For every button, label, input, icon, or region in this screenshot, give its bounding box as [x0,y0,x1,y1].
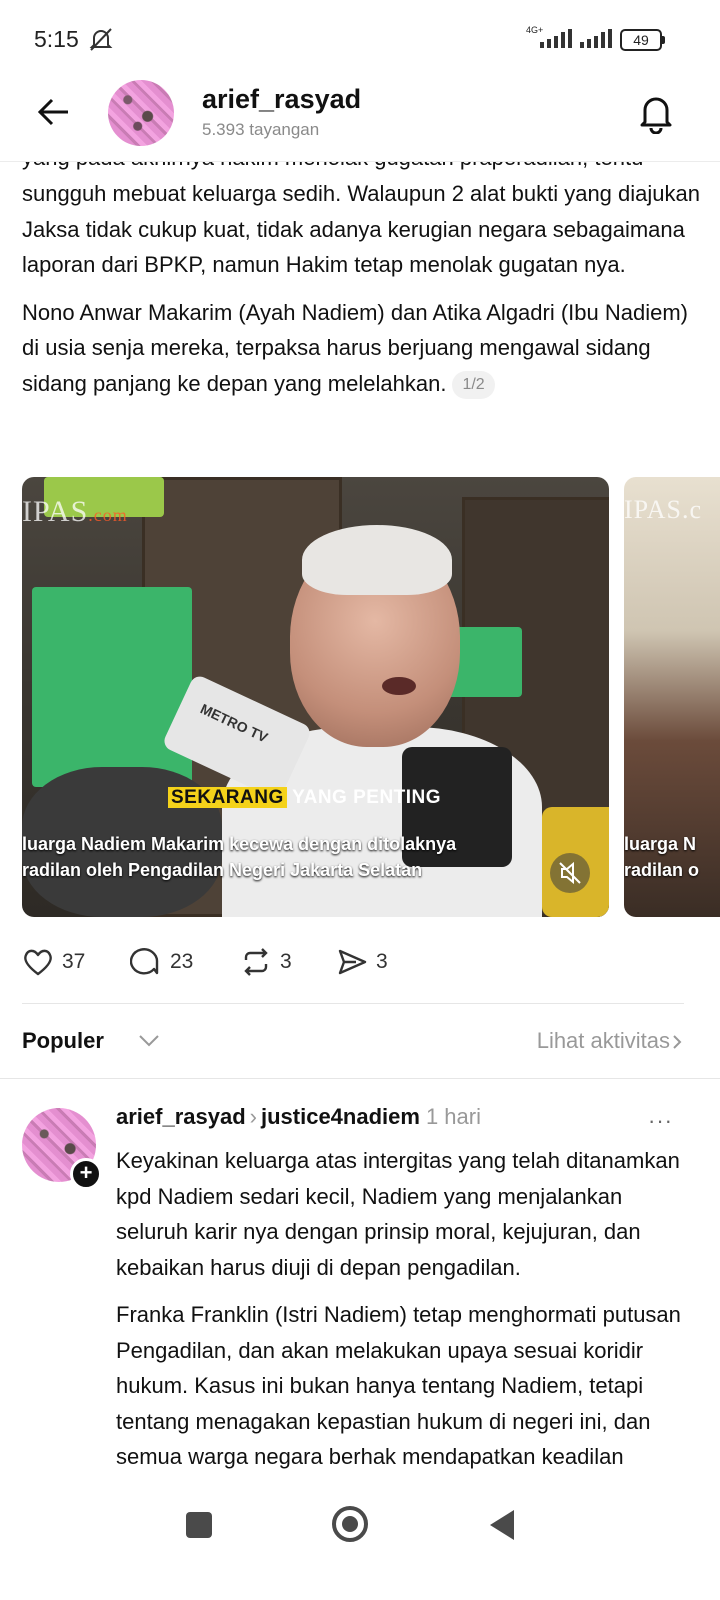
battery-tip [662,36,665,44]
comment-bubble-icon [130,948,159,975]
system-back-button[interactable] [490,1510,514,1540]
share-count: 3 [376,950,388,973]
repost-icon [244,948,268,976]
video-subtitle: luarga Nadiem Makarim kecewa dengan dito… [22,834,457,880]
video-subtitle: luarga N radilan o [624,834,700,880]
battery-indicator: 49 [620,29,662,51]
reply-paragraph-1: Keyakinan keluarga atas intergitas yang … [116,1148,680,1280]
post-actions: 37 23 3 3 [22,940,702,984]
header-username[interactable]: arief_rasyad [202,84,361,115]
post-body: yang pada akhirnya hakim menolak gugatan… [22,162,702,413]
more-options-icon[interactable]: ··· [648,1108,678,1134]
system-navigation-bar [0,1488,720,1600]
status-time: 5:15 [34,26,79,52]
video-watermark: IPAS.c [624,495,703,524]
reply-body: Keyakinan keluarga atas intergitas yang … [116,1143,696,1481]
divider [22,1003,684,1004]
view-activity-link[interactable]: Lihat aktivitas [537,1028,670,1054]
reply-header: arief_rasyad › justice4nadiem 1 hari [116,1104,481,1138]
share-button[interactable]: 3 [336,940,388,984]
thread-header: arief_rasyad 5.393 tayangan [0,80,720,162]
post-video[interactable]: IPAS.com METRO TV SEKARANG YANG PENTING … [22,477,609,917]
video-watermark: IPAS.com [22,495,128,528]
signal-icon-sim2 [580,29,612,48]
bell-icon[interactable] [636,92,676,134]
like-button[interactable]: 37 [22,940,85,984]
chevron-right-icon[interactable] [672,1034,682,1050]
reply-timestamp: 1 hari [425,1104,481,1129]
page-indicator: 1/2 [452,370,495,399]
repost-count: 3 [280,950,292,973]
signal-icon-sim1 [540,29,572,48]
reply-target-username[interactable]: justice4nadiem [261,1104,420,1129]
repost-button[interactable]: 3 [240,940,292,984]
background-sign [32,587,192,787]
replies-sort-bar: Populer Lihat aktivitas [22,1020,682,1064]
reply-paragraph-2: Franka Franklin (Istri Nadiem) tetap men… [116,1302,681,1469]
comment-button[interactable]: 23 [130,940,193,984]
person-hair [302,525,452,595]
like-count: 37 [62,950,86,973]
follow-plus-icon[interactable]: + [70,1158,102,1190]
header-view-count: 5.393 tayangan [202,120,320,139]
chevron-right-icon: › [249,1104,257,1129]
comment-count: 23 [170,950,194,973]
chevron-down-icon[interactable] [138,1034,160,1048]
post-paragraph-2: Nono Anwar Makarim (Ayah Nadiem) dan Ati… [22,295,702,402]
recent-apps-button[interactable] [186,1512,212,1538]
reply-username[interactable]: arief_rasyad [116,1104,246,1129]
volume-muted-icon[interactable] [550,853,590,893]
person-mouth [382,677,416,695]
post-video-next[interactable]: IPAS.c luarga N radilan o [624,477,720,917]
clipped-text-line: yang pada akhirnya hakim menolak gugatan… [22,162,702,176]
divider [0,1078,720,1079]
heart-icon [24,949,52,976]
sort-dropdown[interactable]: Populer [22,1028,104,1054]
video-caption: SEKARANG YANG PENTING [168,787,441,809]
home-button[interactable] [332,1506,368,1542]
back-arrow-icon[interactable] [36,94,72,130]
send-icon [338,949,367,975]
post-paragraph-1: sungguh mebuat keluarga sedih. Walaupun … [22,181,700,277]
profile-avatar[interactable] [108,80,174,146]
bell-off-icon [89,28,113,51]
status-bar: 5:15 4G+ 49 [0,0,720,80]
